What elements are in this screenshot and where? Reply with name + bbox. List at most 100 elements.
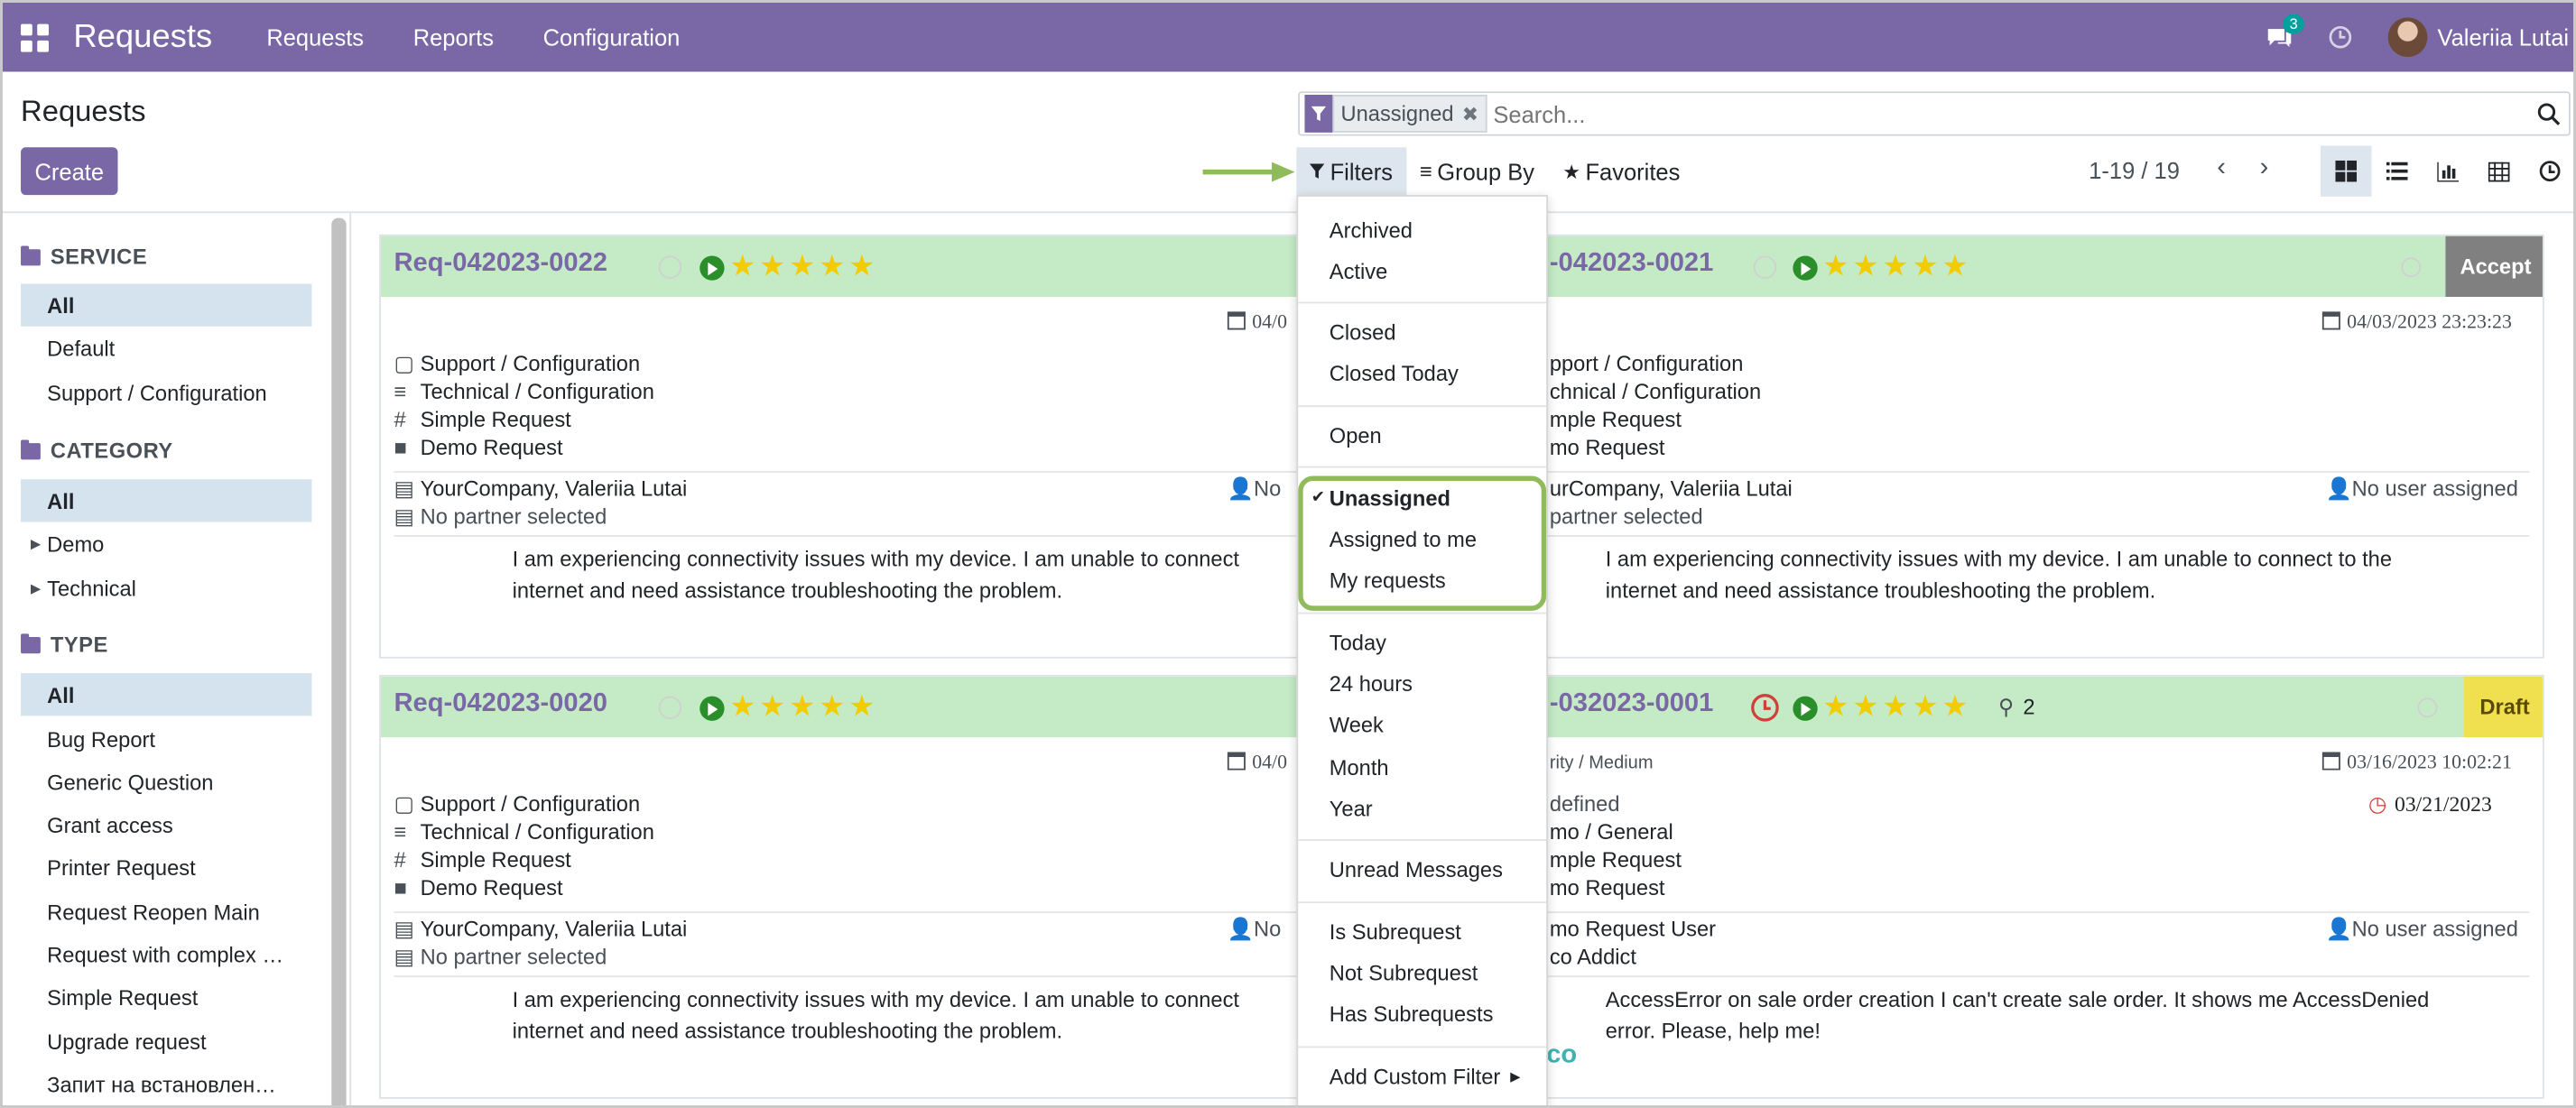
address-card-icon: ▤	[394, 503, 414, 529]
filter-not-subrequest[interactable]: Not Subrequest	[1330, 961, 1478, 985]
priority-stars[interactable]: ★★★★★	[1822, 249, 1971, 283]
card-category-text: Technical / Configuration	[420, 379, 654, 404]
bars-icon: ≡	[394, 819, 407, 845]
priority-stars[interactable]: ★★★★★	[729, 249, 878, 283]
kanban-view-icon[interactable]	[2321, 145, 2372, 197]
filter-unread-messages[interactable]: Unread Messages	[1330, 857, 1503, 882]
category-item-all[interactable]: All	[21, 479, 312, 522]
create-button[interactable]: Create	[21, 147, 118, 196]
pivot-view-icon[interactable]	[2473, 145, 2524, 196]
kanban-state-icon[interactable]	[1753, 255, 1777, 279]
filter-closed-today[interactable]: Closed Today	[1330, 361, 1459, 385]
play-icon[interactable]	[1793, 696, 1818, 721]
request-card[interactable]: Req-042023-0022 ★★★★★ 04/0 ▢ Support / Co…	[379, 234, 1366, 659]
priority-stars[interactable]: ★★★★★	[729, 689, 878, 724]
chat-icon[interactable]: 3	[2266, 14, 2305, 48]
type-item-bug-report[interactable]: Bug Report	[21, 717, 311, 760]
category-item-technical[interactable]: ▶ Technical	[21, 567, 311, 609]
type-item-simple-request[interactable]: Simple Request	[21, 975, 311, 1018]
card-date-text: 04/0	[1252, 750, 1288, 774]
user-name[interactable]: Valeriia Lutai	[2438, 24, 2570, 51]
type-item-install-request[interactable]: Запит на встановлен…	[21, 1063, 311, 1105]
type-item-generic-question[interactable]: Generic Question	[21, 761, 311, 803]
card-title[interactable]: Req-042023-0020	[394, 689, 607, 719]
deadline-clock-icon[interactable]	[1750, 693, 1780, 723]
pager-value[interactable]: 1-19 / 19	[2089, 157, 2180, 183]
play-icon[interactable]	[700, 696, 725, 721]
request-card[interactable]: -042023-0021 ★★★★★ Accept 04/03/2023 23:…	[1482, 234, 2544, 659]
type-item-request-complex[interactable]: Request with complex …	[21, 933, 311, 975]
dropdown-divider	[1298, 1046, 1547, 1048]
filter-open[interactable]: Open	[1330, 423, 1382, 448]
subrequest-count[interactable]: ⚲ 2	[1998, 695, 2034, 721]
card-category: mo / General	[1549, 819, 1673, 845]
calendar-icon	[1227, 752, 1246, 771]
bars-icon: ≡	[394, 379, 407, 404]
filter-archived[interactable]: Archived	[1330, 218, 1413, 243]
filter-month[interactable]: Month	[1330, 755, 1389, 780]
play-icon[interactable]	[1793, 255, 1818, 281]
type-item-upgrade-request[interactable]: Upgrade request	[21, 1020, 311, 1062]
caret-right-icon[interactable]: ▶	[31, 536, 41, 550]
filter-active[interactable]: Active	[1330, 259, 1387, 283]
filter-is-subrequest[interactable]: Is Subrequest	[1330, 919, 1461, 944]
filter-week[interactable]: Week	[1330, 713, 1384, 737]
status-circle-icon[interactable]	[2417, 697, 2438, 718]
filter-year[interactable]: Year	[1330, 797, 1373, 821]
favorites-button[interactable]: ★ Favorites	[1562, 147, 1680, 195]
app-title[interactable]: Requests	[73, 18, 212, 56]
sidebar-scrollbar[interactable]	[331, 217, 347, 1105]
pager-next-icon[interactable]: ›	[2260, 154, 2269, 184]
card-title[interactable]: Req-042023-0022	[394, 249, 607, 279]
card-separator	[394, 975, 1365, 978]
search-icon[interactable]	[2537, 103, 2561, 125]
menu-requests[interactable]: Requests	[266, 24, 364, 51]
kanban-state-icon[interactable]	[658, 696, 682, 720]
search-bar[interactable]: Unassigned ✖	[1298, 91, 2571, 136]
service-item-all[interactable]: All	[21, 283, 312, 327]
company-logo-fragment: co	[1546, 1041, 1578, 1070]
type-item-printer-request[interactable]: Printer Request	[21, 845, 311, 888]
chat-badge: 3	[2283, 14, 2305, 34]
status-circle-icon[interactable]	[2401, 257, 2422, 278]
pager-previous-icon[interactable]: ‹	[2217, 154, 2226, 184]
card-desc-line: internet and need assistance troubleshoo…	[512, 1018, 1063, 1043]
activity-clock-icon[interactable]	[2329, 25, 2352, 49]
filter-today[interactable]: Today	[1330, 631, 1386, 655]
card-title[interactable]: -042023-0021	[1550, 249, 1713, 279]
add-custom-filter[interactable]: Add Custom Filter ▶	[1330, 1065, 1521, 1089]
facet-remove-icon[interactable]: ✖	[1462, 102, 1478, 125]
service-item-default[interactable]: Default	[21, 327, 311, 369]
groupby-button[interactable]: ≡ Group By	[1420, 147, 1534, 195]
filters-button[interactable]: Filters	[1296, 147, 1407, 196]
menu-reports[interactable]: Reports	[413, 24, 494, 51]
menu-configuration[interactable]: Configuration	[543, 24, 681, 51]
category-title-text: CATEGORY	[50, 438, 173, 463]
service-item-support[interactable]: Support / Configuration	[21, 371, 311, 413]
search-input[interactable]	[1493, 100, 2513, 127]
list-view-icon[interactable]	[2371, 145, 2422, 196]
accept-button[interactable]: Accept	[2445, 235, 2543, 298]
card-no-partner-text: No partner selected	[420, 503, 607, 529]
activity-view-icon[interactable]	[2525, 145, 2573, 196]
card-title[interactable]: -032023-0001	[1550, 689, 1713, 719]
apps-menu-icon[interactable]	[21, 23, 49, 51]
priority-stars[interactable]: ★★★★★	[1822, 689, 1971, 724]
kanban-state-icon[interactable]	[658, 255, 682, 279]
graph-view-icon[interactable]	[2423, 145, 2473, 196]
filter-has-subrequests[interactable]: Has Subrequests	[1330, 1002, 1494, 1026]
filter-24-hours[interactable]: 24 hours	[1330, 671, 1413, 696]
filter-closed[interactable]: Closed	[1330, 320, 1396, 345]
category-item-demo[interactable]: ▶ Demo	[21, 522, 311, 565]
type-item-grant-access[interactable]: Grant access	[21, 803, 311, 845]
facet-label: Unassigned	[1340, 101, 1454, 126]
square-outline-icon: ▢	[394, 791, 414, 817]
draft-button[interactable]: Draft	[2463, 676, 2543, 738]
user-avatar[interactable]	[2387, 17, 2428, 58]
play-icon[interactable]	[700, 255, 725, 281]
type-item-all[interactable]: All	[21, 673, 312, 716]
request-card[interactable]: Req-042023-0020 ★★★★★ 04/0 ▢ Support / Co…	[379, 674, 1366, 1099]
request-card[interactable]: -032023-0001 ★★★★★ ⚲ 2 Draft rity / Mediu…	[1482, 674, 2544, 1099]
caret-right-icon[interactable]: ▶	[31, 580, 41, 595]
type-item-request-reopen[interactable]: Request Reopen Main	[21, 891, 311, 933]
